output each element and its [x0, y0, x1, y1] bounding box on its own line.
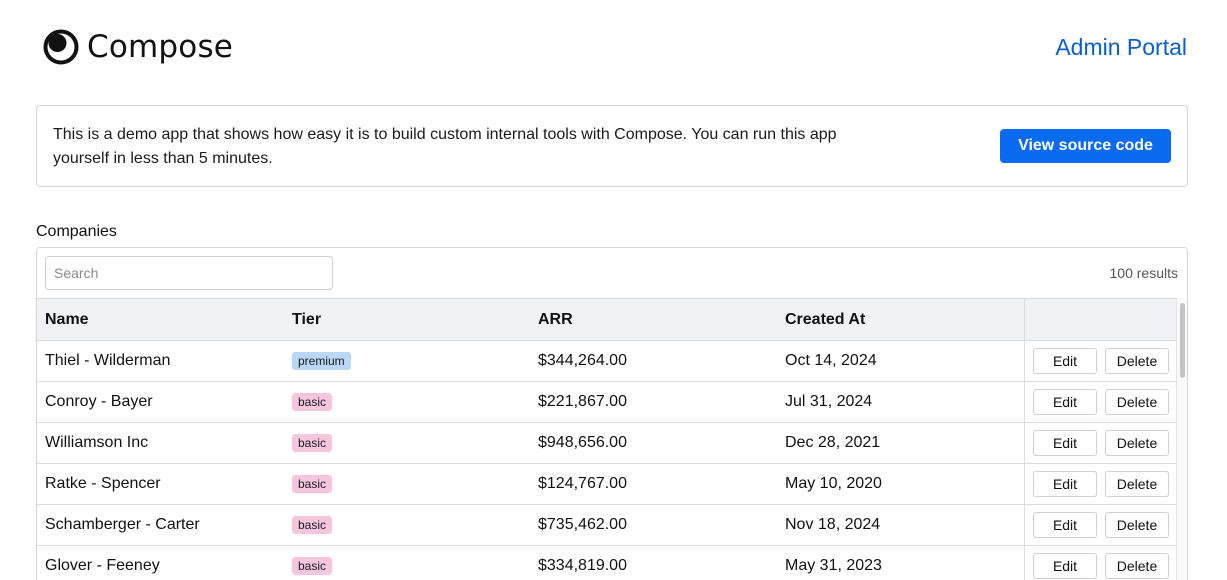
delete-button[interactable]: Delete — [1105, 389, 1169, 415]
column-header-tier[interactable]: Tier — [292, 299, 321, 340]
created-at-value: Nov 18, 2024 — [785, 516, 881, 533]
table-grid: Name Tier ARR Created At Thiel - Wilderm… — [37, 298, 1177, 580]
edit-button[interactable]: Edit — [1033, 389, 1097, 415]
arr-value: $735,462.00 — [538, 516, 627, 533]
tier-badge: basic — [292, 434, 333, 452]
intro-banner: This is a demo app that shows how easy i… — [36, 105, 1188, 187]
column-header-arr[interactable]: ARR — [538, 299, 573, 340]
row-actions: Edit Delete — [1024, 423, 1177, 463]
tier-cell: basic — [292, 382, 333, 422]
compose-logo-icon — [43, 29, 79, 65]
intro-text: This is a demo app that shows how easy i… — [53, 126, 837, 167]
search-input[interactable] — [45, 256, 333, 290]
scrollbar-thumb[interactable] — [1180, 303, 1185, 378]
brand-name: Compose — [87, 29, 234, 65]
row-actions: Edit Delete — [1024, 341, 1177, 381]
delete-button[interactable]: Delete — [1105, 512, 1169, 538]
logo[interactable]: Compose — [43, 28, 233, 66]
edit-button[interactable]: Edit — [1033, 553, 1097, 579]
table-row[interactable]: Schamberger - Carter basic $735,462.00 N… — [37, 504, 1177, 545]
created-at-value: Dec 28, 2021 — [785, 434, 881, 451]
delete-button[interactable]: Delete — [1105, 553, 1169, 579]
admin-portal-link[interactable]: Admin Portal — [1055, 33, 1187, 61]
arr-value: $221,867.00 — [538, 393, 627, 410]
arr-value: $344,264.00 — [538, 352, 627, 369]
view-source-button[interactable]: View source code — [1000, 129, 1171, 163]
row-actions: Edit Delete — [1024, 382, 1177, 422]
column-header-actions — [1024, 299, 1177, 340]
tier-badge: basic — [292, 393, 333, 411]
delete-button[interactable]: Delete — [1105, 430, 1169, 456]
arr-value: $334,819.00 — [538, 557, 627, 574]
arr-value: $124,767.00 — [538, 475, 627, 492]
tier-badge: premium — [292, 352, 351, 370]
company-name: Thiel - Wilderman — [45, 352, 171, 369]
column-header-name[interactable]: Name — [45, 299, 89, 340]
company-name: Conroy - Bayer — [45, 393, 153, 410]
companies-table: 100 results Name Tier ARR Created At Thi… — [36, 247, 1188, 580]
page: Compose Admin Portal This is a demo app … — [0, 0, 1227, 580]
table-header-row: Name Tier ARR Created At — [37, 298, 1177, 340]
created-at-value: May 10, 2020 — [785, 475, 882, 492]
results-count: 100 results — [1109, 265, 1178, 281]
tier-cell: premium — [292, 341, 351, 381]
company-name: Ratke - Spencer — [45, 475, 161, 492]
tier-badge: basic — [292, 557, 333, 575]
table-row[interactable]: Conroy - Bayer basic $221,867.00 Jul 31,… — [37, 381, 1177, 422]
tier-badge: basic — [292, 475, 333, 493]
company-name: Williamson Inc — [45, 434, 149, 451]
created-at-value: Jul 31, 2024 — [785, 393, 873, 410]
row-actions: Edit Delete — [1024, 505, 1177, 545]
created-at-value: Oct 14, 2024 — [785, 352, 877, 369]
tier-cell: basic — [292, 423, 333, 463]
company-name: Glover - Feeney — [45, 557, 160, 574]
row-actions: Edit Delete — [1024, 546, 1177, 580]
edit-button[interactable]: Edit — [1033, 512, 1097, 538]
delete-button[interactable]: Delete — [1105, 348, 1169, 374]
edit-button[interactable]: Edit — [1033, 471, 1097, 497]
table-row[interactable]: Glover - Feeney basic $334,819.00 May 31… — [37, 545, 1177, 580]
tier-cell: basic — [292, 464, 333, 504]
column-header-created-at[interactable]: Created At — [785, 299, 865, 340]
table-row[interactable]: Ratke - Spencer basic $124,767.00 May 10… — [37, 463, 1177, 504]
header: Compose Admin Portal — [0, 0, 1227, 95]
edit-button[interactable]: Edit — [1033, 348, 1097, 374]
row-actions: Edit Delete — [1024, 464, 1177, 504]
created-at-value: May 31, 2023 — [785, 557, 882, 574]
edit-button[interactable]: Edit — [1033, 430, 1097, 456]
tier-cell: basic — [292, 546, 333, 580]
tier-badge: basic — [292, 516, 333, 534]
companies-title: Companies — [36, 223, 117, 240]
table-row[interactable]: Williamson Inc basic $948,656.00 Dec 28,… — [37, 422, 1177, 463]
table-row[interactable]: Thiel - Wilderman premium $344,264.00 Oc… — [37, 340, 1177, 381]
delete-button[interactable]: Delete — [1105, 471, 1169, 497]
tier-cell: basic — [292, 505, 333, 545]
arr-value: $948,656.00 — [538, 434, 627, 451]
table-scrollbar[interactable] — [1176, 298, 1187, 580]
company-name: Schamberger - Carter — [45, 516, 200, 533]
